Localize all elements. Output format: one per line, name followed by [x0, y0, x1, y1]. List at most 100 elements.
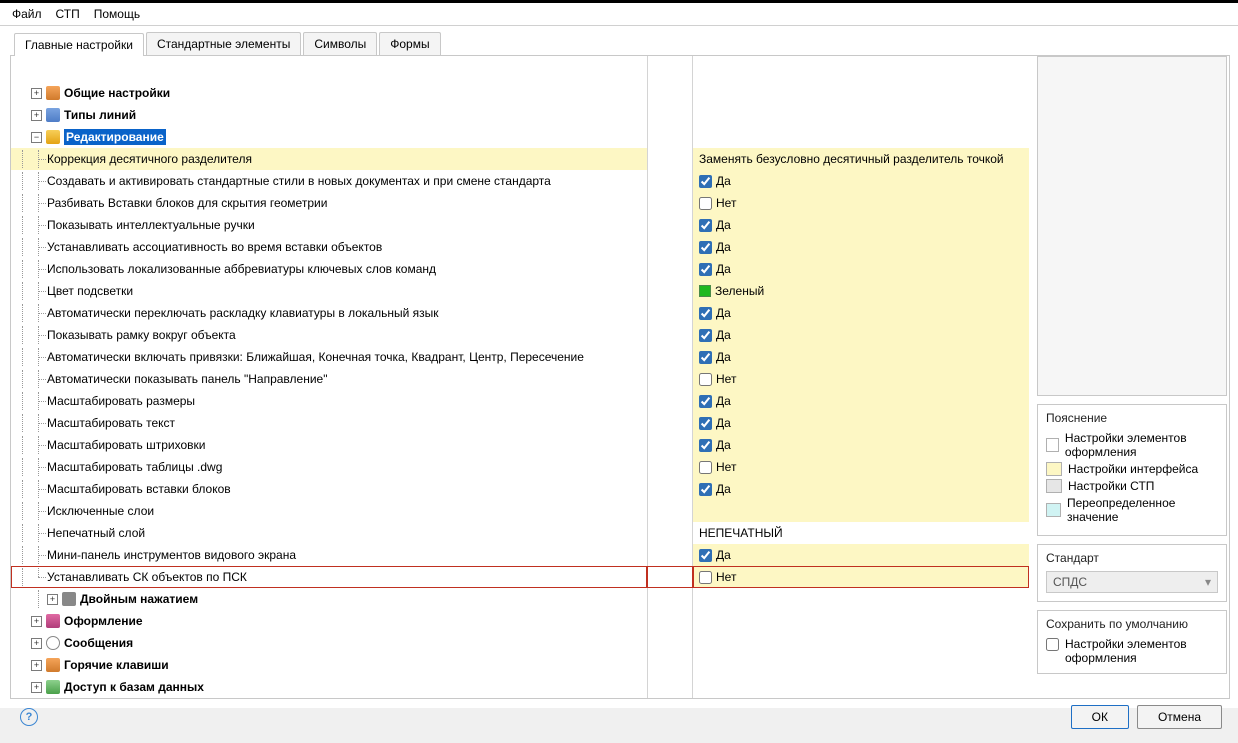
setting-value-cell[interactable]: Заменять безусловно десятичный разделите…	[693, 148, 1029, 170]
setting-checkbox[interactable]	[699, 263, 712, 276]
setting-checkbox[interactable]	[699, 219, 712, 232]
setting-row[interactable]: Исключенные слои	[11, 500, 647, 522]
setting-value-cell[interactable]: Да	[693, 170, 1029, 192]
setting-row[interactable]: Показывать рамку вокруг объекта	[11, 324, 647, 346]
tree-node-format[interactable]: + Оформление	[11, 610, 647, 632]
setting-value-text: НЕПЕЧАТНЫЙ	[699, 526, 783, 540]
setting-value-cell[interactable]: Да	[693, 346, 1029, 368]
help-icon[interactable]: ?	[20, 708, 38, 726]
tree-node-editing[interactable]: − Редактирование	[11, 126, 647, 148]
setting-value-label: Да	[716, 306, 731, 320]
legend-swatch-icon	[1046, 438, 1059, 452]
setting-row[interactable]: Использовать локализованные аббревиатуры…	[11, 258, 647, 280]
menu-help[interactable]: Помощь	[94, 7, 140, 21]
setting-checkbox[interactable]	[699, 483, 712, 496]
expander-icon[interactable]: +	[31, 660, 42, 671]
expander-icon[interactable]: +	[31, 638, 42, 649]
setting-value-cell[interactable]: Нет	[693, 456, 1029, 478]
setting-row[interactable]: Масштабировать размеры	[11, 390, 647, 412]
tree-node-label: Доступ к базам данных	[64, 680, 204, 694]
setting-row[interactable]: Масштабировать текст	[11, 412, 647, 434]
setting-label: Масштабировать таблицы .dwg	[47, 460, 222, 474]
setting-row[interactable]: Автоматически показывать панель "Направл…	[11, 368, 647, 390]
color-swatch-icon[interactable]	[699, 285, 711, 297]
menu-file[interactable]: Файл	[12, 7, 42, 21]
menu-stp[interactable]: СТП	[56, 7, 80, 21]
setting-value-cell[interactable]: Да	[693, 478, 1029, 500]
setting-value-cell[interactable]: Да	[693, 236, 1029, 258]
setting-value-cell[interactable]: Нет	[693, 566, 1029, 588]
standard-fieldset: Стандарт СПДС	[1037, 544, 1227, 602]
setting-row[interactable]: Непечатный слой	[11, 522, 647, 544]
expander-icon[interactable]: +	[31, 682, 42, 693]
tree-node-db[interactable]: + Доступ к базам данных	[11, 676, 647, 698]
settings-pane: + Общие настройки + Типы линий − Редакти…	[11, 56, 1029, 698]
expander-icon[interactable]: −	[31, 132, 42, 143]
tree-node-label: Редактирование	[64, 129, 166, 145]
setting-row[interactable]: Автоматически включать привязки: Ближайш…	[11, 346, 647, 368]
tree-node-dblclick[interactable]: + Двойным нажатием	[11, 588, 647, 610]
expander-icon[interactable]: +	[31, 110, 42, 121]
tab-standard-elements[interactable]: Стандартные элементы	[146, 32, 301, 55]
setting-value-cell[interactable]: Зеленый	[693, 280, 1029, 302]
setting-checkbox[interactable]	[699, 197, 712, 210]
setting-value-cell[interactable]: Да	[693, 214, 1029, 236]
setting-checkbox[interactable]	[699, 549, 712, 562]
setting-row[interactable]: Автоматически переключать раскладку клав…	[11, 302, 647, 324]
setting-checkbox[interactable]	[699, 241, 712, 254]
setting-value-cell[interactable]: Да	[693, 302, 1029, 324]
setting-label: Использовать локализованные аббревиатуры…	[47, 262, 436, 276]
setting-value-cell[interactable]: Да	[693, 544, 1029, 566]
setting-row[interactable]: Масштабировать штриховки	[11, 434, 647, 456]
setting-label: Создавать и активировать стандартные сти…	[47, 174, 551, 188]
setting-checkbox[interactable]	[699, 307, 712, 320]
folder-icon	[46, 658, 60, 672]
save-default-checkbox[interactable]	[1046, 638, 1059, 651]
tree-node-messages[interactable]: + Сообщения	[11, 632, 647, 654]
panels: + Общие настройки + Типы линий − Редакти…	[10, 55, 1230, 699]
expander-icon[interactable]: +	[31, 616, 42, 627]
cancel-button[interactable]: Отмена	[1137, 705, 1222, 729]
setting-checkbox[interactable]	[699, 351, 712, 364]
setting-row[interactable]: Масштабировать вставки блоков	[11, 478, 647, 500]
setting-value-cell[interactable]: Да	[693, 324, 1029, 346]
setting-row[interactable]: Устанавливать СК объектов по ПСК	[11, 566, 647, 588]
setting-value-cell[interactable]	[693, 500, 1029, 522]
ok-button[interactable]: ОК	[1071, 705, 1129, 729]
setting-checkbox[interactable]	[699, 395, 712, 408]
setting-value-cell[interactable]: Да	[693, 412, 1029, 434]
setting-row[interactable]: Показывать интеллектуальные ручки	[11, 214, 647, 236]
setting-row[interactable]: Цвет подсветки	[11, 280, 647, 302]
setting-checkbox[interactable]	[699, 417, 712, 430]
tab-symbols[interactable]: Символы	[303, 32, 377, 55]
setting-value-cell[interactable]: Да	[693, 434, 1029, 456]
setting-row[interactable]: Создавать и активировать стандартные сти…	[11, 170, 647, 192]
expander-icon[interactable]: +	[47, 594, 58, 605]
setting-row[interactable]: Масштабировать таблицы .dwg	[11, 456, 647, 478]
tree-node-linetypes[interactable]: + Типы линий	[11, 104, 647, 126]
setting-row[interactable]: Разбивать Вставки блоков для скрытия гео…	[11, 192, 647, 214]
setting-row[interactable]: Мини-панель инструментов видового экрана	[11, 544, 647, 566]
legend-row: Настройки СТП	[1046, 479, 1218, 493]
setting-checkbox[interactable]	[699, 329, 712, 342]
setting-row[interactable]: Коррекция десятичного разделителя	[11, 148, 647, 170]
setting-value-cell[interactable]: НЕПЕЧАТНЫЙ	[693, 522, 1029, 544]
tree-node-hotkeys[interactable]: + Горячие клавиши	[11, 654, 647, 676]
setting-value-cell[interactable]: Да	[693, 390, 1029, 412]
setting-value-cell[interactable]: Нет	[693, 192, 1029, 214]
tab-forms[interactable]: Формы	[379, 32, 440, 55]
setting-value-cell[interactable]: Нет	[693, 368, 1029, 390]
expander-icon[interactable]: +	[31, 88, 42, 99]
folder-icon	[46, 86, 60, 100]
setting-checkbox[interactable]	[699, 439, 712, 452]
setting-row[interactable]: Устанавливать ассоциативность во время в…	[11, 236, 647, 258]
setting-checkbox[interactable]	[699, 373, 712, 386]
tree-node-general[interactable]: + Общие настройки	[11, 82, 647, 104]
setting-value-label: Да	[716, 394, 731, 408]
tab-main-settings[interactable]: Главные настройки	[14, 33, 144, 56]
setting-checkbox[interactable]	[699, 461, 712, 474]
setting-checkbox[interactable]	[699, 571, 712, 584]
setting-value-cell[interactable]: Да	[693, 258, 1029, 280]
standard-select[interactable]: СПДС	[1046, 571, 1218, 593]
setting-checkbox[interactable]	[699, 175, 712, 188]
